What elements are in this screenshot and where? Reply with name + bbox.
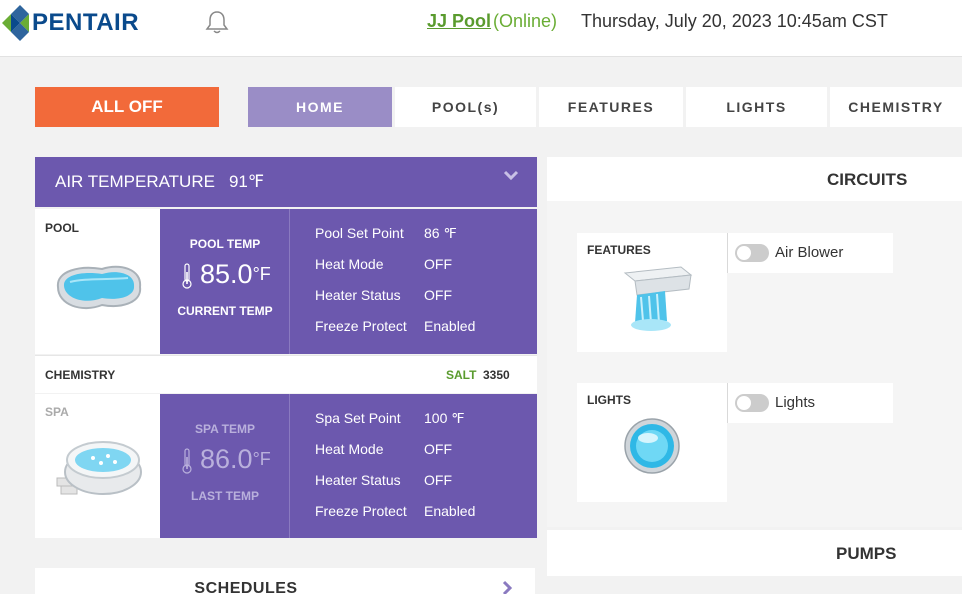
spa-temp-reading: 86.0 °F bbox=[182, 444, 271, 475]
row-key: Freeze Protect bbox=[315, 503, 407, 519]
air-temperature-value: 91℉ bbox=[228, 172, 265, 191]
pool-section-label: POOL bbox=[45, 221, 80, 235]
row-key: Freeze Protect bbox=[315, 318, 407, 334]
features-card[interactable]: FEATURES bbox=[577, 233, 727, 352]
circuits-title: CIRCUITS bbox=[827, 170, 908, 189]
tab-home[interactable]: HOME bbox=[248, 87, 392, 127]
schedules-bar[interactable]: SCHEDULES bbox=[35, 568, 535, 594]
spa-temp-sub: LAST TEMP bbox=[191, 489, 259, 503]
toggle-switch[interactable] bbox=[735, 244, 769, 262]
pool-temp-value: 85.0 bbox=[200, 259, 253, 289]
lights-switch-label: Lights bbox=[775, 394, 816, 411]
light-bulb-image bbox=[624, 418, 680, 474]
lights-toggle[interactable]: Lights bbox=[727, 383, 893, 423]
pumps-header[interactable]: PUMPS bbox=[547, 530, 962, 576]
air-temperature-bar[interactable]: AIR TEMPERATURE 91℉ bbox=[35, 157, 537, 207]
spa-temp-block: SPA TEMP 86.0 °F LAST TEMP bbox=[160, 394, 290, 538]
pool-card[interactable]: POOL bbox=[35, 209, 160, 354]
pool-temp-panel[interactable]: POOL TEMP 85.0 °F CURRENT TEMP Pool Set … bbox=[160, 209, 537, 354]
current-datetime: Thursday, July 20, 2023 10:45am CST bbox=[581, 11, 888, 31]
all-off-button[interactable]: ALL OFF bbox=[35, 87, 219, 127]
tab-lights[interactable]: LIGHTS bbox=[686, 87, 827, 127]
pumps-title: PUMPS bbox=[836, 544, 897, 563]
row-key: Heater Status bbox=[315, 287, 401, 303]
pentair-logo[interactable]: PENTAIR bbox=[0, 5, 139, 41]
pool-temp-reading: 85.0 °F bbox=[182, 259, 271, 290]
row-value: 86 ℉ bbox=[424, 225, 457, 241]
row-key: Spa Set Point bbox=[315, 410, 401, 426]
pool-image bbox=[56, 265, 142, 310]
chemistry-row[interactable]: CHEMISTRY SALT 3350 bbox=[35, 355, 537, 393]
air-blower-label: Air Blower bbox=[775, 244, 844, 261]
row-key: Pool Set Point bbox=[315, 225, 404, 241]
waterfall-image bbox=[623, 266, 693, 331]
lights-label: LIGHTS bbox=[587, 393, 631, 407]
spa-image bbox=[56, 441, 142, 495]
air-blower-toggle[interactable]: Air Blower bbox=[727, 233, 893, 273]
bell-icon[interactable] bbox=[204, 9, 230, 35]
spa-temp-value: 86.0 bbox=[200, 444, 253, 474]
salt-label: SALT bbox=[446, 368, 477, 382]
top-header: PENTAIR JJ Pool (Online) Thursday, July … bbox=[0, 0, 962, 57]
salt-value: 3350 bbox=[483, 368, 510, 382]
row-value: OFF bbox=[424, 441, 452, 457]
row-value: Enabled bbox=[424, 318, 476, 334]
spa-section-label: SPA bbox=[45, 405, 69, 419]
pool-temp-unit: °F bbox=[252, 264, 271, 284]
row-key: Heater Status bbox=[315, 472, 401, 488]
features-label: FEATURES bbox=[587, 243, 651, 257]
chevron-right-icon[interactable] bbox=[501, 580, 513, 594]
thermometer-icon bbox=[182, 448, 192, 474]
spa-temp-title: SPA TEMP bbox=[194, 422, 255, 436]
toggle-switch[interactable] bbox=[735, 394, 769, 412]
pool-temp-sub: CURRENT TEMP bbox=[177, 304, 273, 318]
pool-status: (Online) bbox=[493, 11, 558, 31]
spa-temp-unit: °F bbox=[252, 449, 271, 469]
thermometer-icon bbox=[182, 263, 192, 289]
chevron-down-icon[interactable] bbox=[503, 169, 519, 181]
row-value: OFF bbox=[424, 287, 452, 303]
row-key: Heat Mode bbox=[315, 256, 384, 272]
air-temperature-label: AIR TEMPERATURE bbox=[55, 172, 215, 191]
row-value: 100 ℉ bbox=[424, 410, 465, 426]
lights-card[interactable]: LIGHTS bbox=[577, 383, 727, 502]
row-key: Heat Mode bbox=[315, 441, 384, 457]
brand-name: PENTAIR bbox=[32, 9, 140, 36]
row-value: Enabled bbox=[424, 503, 476, 519]
row-value: OFF bbox=[424, 256, 452, 272]
chemistry-label: CHEMISTRY bbox=[45, 368, 116, 382]
row-value: OFF bbox=[424, 472, 452, 488]
pool-name-link[interactable]: JJ Pool bbox=[427, 11, 491, 32]
spa-temp-panel[interactable]: SPA TEMP 86.0 °F LAST TEMP Spa Set Point… bbox=[160, 394, 537, 538]
tab-features[interactable]: FEATURES bbox=[539, 87, 683, 127]
schedules-label: SCHEDULES bbox=[194, 580, 298, 594]
pool-temp-title: POOL TEMP bbox=[189, 237, 261, 251]
pentair-logo-icon bbox=[2, 5, 29, 41]
tab-chemistry[interactable]: CHEMISTRY bbox=[830, 87, 962, 127]
tab-pools[interactable]: POOL(s) bbox=[395, 87, 536, 127]
circuits-header: CIRCUITS bbox=[547, 157, 962, 201]
spa-card[interactable]: SPA bbox=[35, 394, 160, 538]
pool-temp-block: POOL TEMP 85.0 °F CURRENT TEMP bbox=[160, 209, 290, 354]
